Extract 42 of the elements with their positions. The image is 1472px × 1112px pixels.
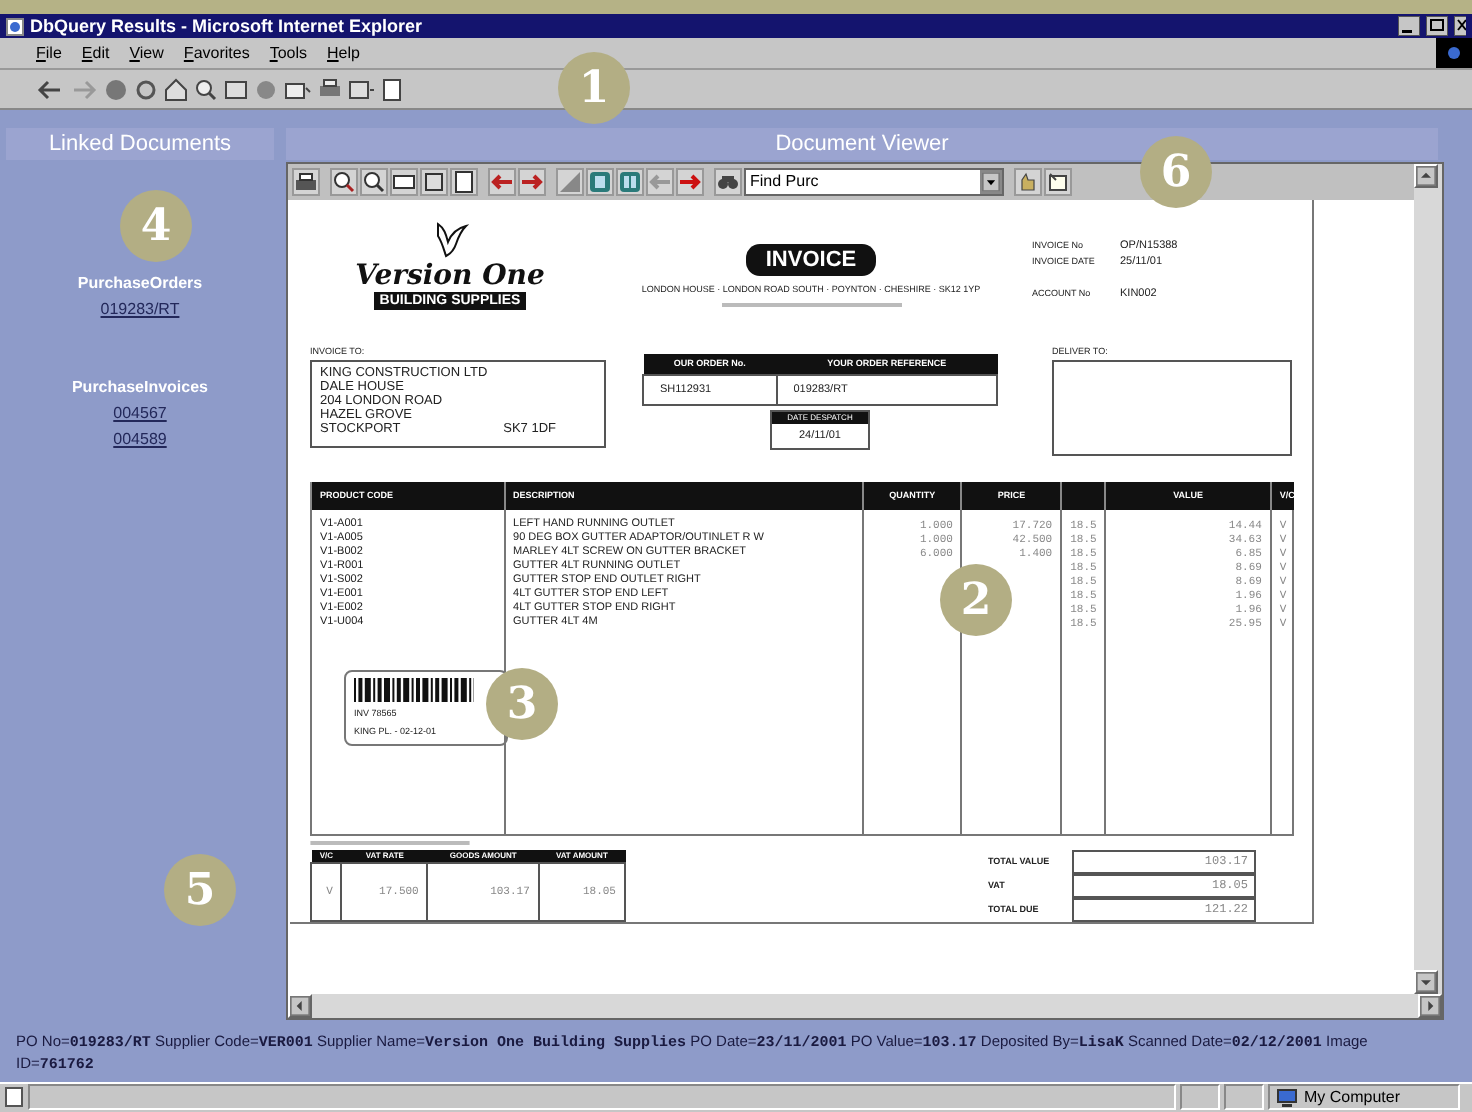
- find-dropdown[interactable]: Find Purc: [744, 167, 1004, 196]
- horizontal-scrollbar[interactable]: [288, 993, 1442, 1018]
- dropdown-arrow-icon[interactable]: [980, 169, 1002, 194]
- menu-item[interactable]: Tools: [269, 44, 308, 63]
- vertical-scrollbar[interactable]: [1414, 163, 1442, 994]
- home-icon[interactable]: [164, 75, 188, 104]
- barcode-icon: [354, 677, 474, 702]
- status-pane: [1180, 1084, 1220, 1111]
- document-link[interactable]: 004589: [113, 429, 167, 448]
- computer-icon: [1276, 1087, 1298, 1108]
- maximize-icon[interactable]: [1426, 16, 1448, 37]
- close-icon[interactable]: [1454, 16, 1466, 37]
- menu-item[interactable]: Help: [327, 44, 360, 63]
- document-link[interactable]: 019283/RT: [100, 299, 180, 318]
- scroll-right-icon[interactable]: [1418, 993, 1442, 1018]
- company-name: Version One: [355, 259, 545, 292]
- zoom-in-icon[interactable]: [330, 167, 358, 196]
- menu-item[interactable]: Edit: [81, 44, 110, 63]
- print-icon[interactable]: [292, 167, 320, 196]
- window-title: DbQuery Results - Microsoft Internet Explorer: [30, 16, 425, 37]
- menu-item[interactable]: View: [129, 44, 164, 63]
- zone-label: My Computer: [1304, 1088, 1401, 1107]
- menu-item[interactable]: File: [36, 44, 62, 63]
- minimize-icon[interactable]: [1398, 16, 1420, 37]
- next-page-icon[interactable]: [676, 167, 704, 196]
- menu-item[interactable]: Favorites: [183, 44, 250, 63]
- page-icon[interactable]: [450, 167, 478, 196]
- back-icon[interactable]: [36, 75, 64, 104]
- group-title: PurchaseOrders: [77, 273, 203, 292]
- scroll-down-icon[interactable]: [1414, 969, 1438, 994]
- binoculars-icon[interactable]: [714, 167, 742, 196]
- search-icon[interactable]: [194, 75, 218, 104]
- browser-icon: [6, 17, 24, 36]
- page-icon[interactable]: [382, 75, 402, 104]
- group-title: PurchaseInvoices: [71, 377, 209, 396]
- document-link[interactable]: 004567: [113, 403, 167, 422]
- invoice-heading: INVOICE: [745, 243, 877, 276]
- status-pane: [1224, 1084, 1264, 1111]
- zoom-out-icon[interactable]: [360, 167, 388, 196]
- scroll-up-icon[interactable]: [1414, 163, 1438, 188]
- scroll-left-icon[interactable]: [288, 993, 312, 1018]
- pane-title: Linked Documents: [6, 127, 274, 160]
